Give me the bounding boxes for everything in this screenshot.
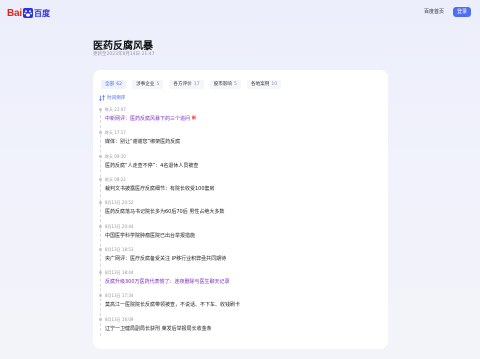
tab-count: 5 <box>156 82 160 87</box>
timeline-item[interactable]: 8月13日 20:44 中国医学科学院肿瘤医院已出台举报措施 <box>98 224 383 246</box>
tab-label: 全部 <box>105 82 115 87</box>
timeline-dot <box>98 154 102 158</box>
tab-label: 各地案例 <box>250 82 270 87</box>
item-time: 昨天 08:22 <box>105 176 126 182</box>
item-headline[interactable]: 媒体：别让“谢谢您”绑架医药反腐 <box>105 138 180 145</box>
new-badge: 新 <box>192 115 197 120</box>
tab-count: 5 <box>234 82 237 87</box>
tab-count: 62 <box>116 82 123 87</box>
sort-icon <box>99 95 105 101</box>
tab-all[interactable]: 全部 62 <box>101 80 127 89</box>
baidu-logo[interactable]: Bai 百度 <box>7 7 50 19</box>
timeline-item[interactable]: 昨天 17:17 媒体：别让“谢谢您”绑架医药反腐 <box>98 130 383 152</box>
item-time: 8月13日 18:44 <box>105 270 134 276</box>
timeline-dot <box>98 108 102 111</box>
page-title: 医药反腐风暴 <box>93 41 153 52</box>
tab-label: 各方评价 <box>173 82 192 87</box>
item-time: 昨天 21:47 <box>105 107 126 112</box>
logo-text-cn: 百度 <box>33 8 50 18</box>
tab-stock-impact[interactable]: 股市影响 5 <box>209 80 241 89</box>
timeline-item[interactable]: 8月13日 18:53 央广网评：医疗反腐备受关注 IP移行业积弊亟共同期待 <box>98 247 383 269</box>
item-headline[interactable]: 医药反腐落马书记院长多为60后70后 男性占绝大多数 <box>105 208 224 215</box>
logo-text: Bai <box>7 7 22 19</box>
item-time: 8月13日 20:44 <box>105 223 134 229</box>
sort-label: 时间倒序 <box>107 96 126 101</box>
headline-text: 中新网评：医药反腐风暴下的三个追问 <box>105 116 191 122</box>
item-headline[interactable]: 中国医学科学院肿瘤医院已出台举报措施 <box>105 232 195 239</box>
timeline-dot <box>98 131 102 135</box>
tab-count: 10 <box>271 82 278 87</box>
item-time: 昨天 17:17 <box>105 130 126 136</box>
item-headline[interactable]: 反腐升级300万医药代表慌了：连夜删除与医生聊天记录 <box>105 278 230 285</box>
tab-opinions[interactable]: 各方评价 17 <box>169 80 204 89</box>
tab-count: 17 <box>193 82 200 87</box>
tab-label: 涉事企业 <box>136 82 155 87</box>
timeline-dot <box>98 294 102 298</box>
login-button[interactable]: 登录 <box>453 7 471 17</box>
category-tabs: 全部 62 涉事企业 5 各方评价 17 股市影响 5 各地案例 10 <box>101 80 287 89</box>
baidu-home-link[interactable]: 百度首页 <box>424 8 444 15</box>
item-time: 8月13日 16:09 <box>105 316 134 322</box>
timeline-item[interactable]: 8月13日 20:52 医药反腐落马书记院长多为60后70后 男性占绝大多数 <box>98 200 383 222</box>
item-headline[interactable]: 辽宁一卫健局副局长获刑 莱发后举报局长收金条 <box>105 325 212 332</box>
sort-toggle[interactable]: 时间倒序 <box>99 95 125 101</box>
timeline-dot <box>98 224 102 228</box>
tab-local-cases[interactable]: 各地案例 10 <box>246 80 282 89</box>
timeline-dot <box>98 201 102 205</box>
timeline-dot <box>98 177 102 181</box>
update-time: 更新至2023年8月14日 21:47 <box>93 52 155 57</box>
tab-companies[interactable]: 涉事企业 5 <box>132 80 164 89</box>
item-time: 昨天 09:10 <box>105 153 126 159</box>
timeline-dot <box>98 271 102 275</box>
timeline-item[interactable]: 8月13日 16:09 辽宁一卫健局副局长获刑 莱发后举报局长收金条 <box>98 317 383 339</box>
timeline-dot <box>98 317 102 321</box>
timeline-item[interactable]: 昨天 09:10 医药反腐“人走查不停”：4名退休人员被查 <box>98 154 383 176</box>
tab-label: 股市影响 <box>213 82 233 87</box>
timeline-card: 全部 62 涉事企业 5 各方评价 17 股市影响 5 各地案例 10 时间倒序 昨天 2… <box>93 70 388 349</box>
item-headline[interactable]: 央广网评：医疗反腐备受关注 IP移行业积弊亟共同期待 <box>105 255 226 262</box>
item-headline[interactable]: 莫高江一医院院长反腐带领被查，不说话、不下车、收钱刷卡 <box>105 301 240 308</box>
item-time: 8月13日 17:34 <box>105 293 134 299</box>
paw-icon <box>22 8 33 18</box>
timeline-item[interactable]: 8月13日 17:34 莫高江一医院院长反腐带领被查，不说话、不下车、收钱刷卡 <box>98 293 383 315</box>
top-bar: Bai 百度 百度首页 登录 <box>0 0 480 26</box>
item-time: 8月13日 18:53 <box>105 246 134 252</box>
item-headline[interactable]: 裁判文书披露医疗反腐细节：有院长收受100套房 <box>105 185 215 192</box>
item-headline[interactable]: 医药反腐“人走查不停”：4名退休人员被查 <box>105 162 198 169</box>
timeline-item[interactable]: 昨天 21:47 中新网评：医药反腐风暴下的三个追问新 <box>98 107 383 129</box>
timeline-item[interactable]: 昨天 08:22 裁判文书披露医疗反腐细节：有院长收受100套房 <box>98 177 383 199</box>
item-headline[interactable]: 中新网评：医药反腐风暴下的三个追问新 <box>105 115 197 122</box>
timeline-dot <box>98 247 102 251</box>
item-time: 8月13日 20:52 <box>105 200 134 206</box>
timeline-item[interactable]: 8月13日 18:44 反腐升级300万医药代表慌了：连夜删除与医生聊天记录 <box>98 270 383 292</box>
